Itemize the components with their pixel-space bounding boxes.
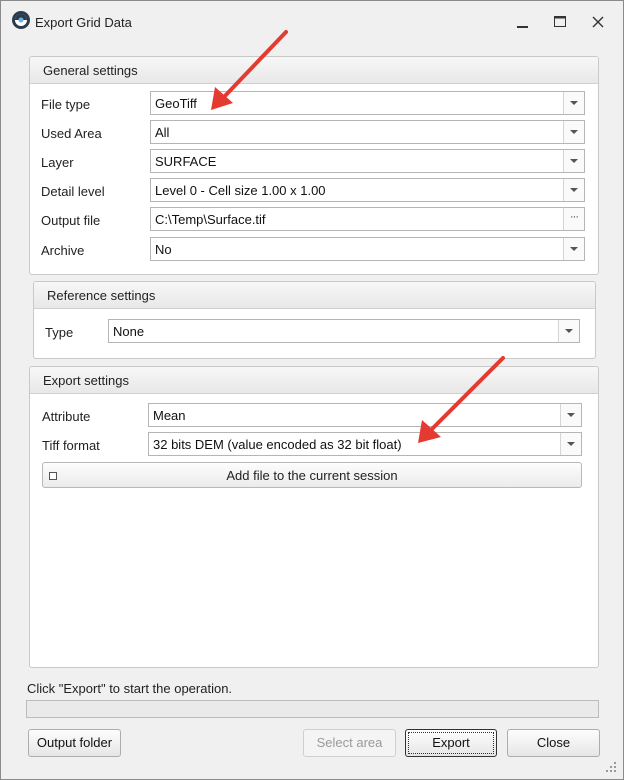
select-area-button[interactable]: Select area — [303, 729, 396, 757]
layer-value: SURFACE — [155, 154, 217, 169]
export-settings-header: Export settings — [30, 367, 598, 394]
used-area-value: All — [155, 125, 170, 140]
add-to-session-label: Add file to the current session — [226, 468, 398, 483]
maximize-icon[interactable] — [546, 9, 574, 35]
chevron-down-icon[interactable] — [558, 320, 579, 342]
reference-type-select[interactable]: None — [108, 319, 580, 343]
export-grid-data-dialog: Export Grid Data General settings File t… — [0, 0, 624, 780]
layer-select[interactable]: SURFACE — [150, 149, 585, 173]
chevron-down-icon[interactable] — [563, 150, 584, 172]
reference-settings-title: Reference settings — [47, 288, 156, 303]
type-label: Type — [45, 325, 74, 340]
progress-bar — [26, 700, 599, 718]
title-bar[interactable]: Export Grid Data — [1, 1, 623, 43]
chevron-down-icon[interactable] — [563, 179, 584, 201]
tiff-format-value: 32 bits DEM (value encoded as 32 bit flo… — [153, 437, 402, 452]
output-file-label: Output file — [41, 213, 101, 228]
tiff-format-label: Tiff format — [42, 438, 100, 453]
add-to-session-checkbox[interactable]: Add file to the current session — [42, 462, 582, 488]
layer-label: Layer — [41, 155, 74, 170]
output-file-value: C:\Temp\Surface.tif — [155, 212, 266, 227]
resize-grip-icon[interactable] — [605, 761, 617, 773]
app-logo-icon — [12, 11, 30, 29]
archive-select[interactable]: No — [150, 237, 585, 261]
general-settings-title: General settings — [43, 63, 138, 78]
file-type-value: GeoTiff — [155, 96, 197, 111]
reference-settings-header: Reference settings — [34, 282, 595, 309]
used-area-label: Used Area — [41, 126, 102, 141]
reference-type-value: None — [113, 324, 145, 339]
close-icon[interactable] — [584, 9, 612, 35]
chevron-down-icon[interactable] — [563, 238, 584, 260]
detail-level-value: Level 0 - Cell size 1.00 x 1.00 — [155, 183, 326, 198]
browse-button[interactable]: ··· — [563, 208, 584, 230]
file-type-label: File type — [41, 97, 91, 112]
archive-label: Archive — [41, 243, 85, 258]
general-settings-header: General settings — [30, 57, 598, 84]
file-type-select[interactable]: GeoTiff — [150, 91, 585, 115]
chevron-down-icon[interactable] — [563, 121, 584, 143]
tiff-format-select[interactable]: 32 bits DEM (value encoded as 32 bit flo… — [148, 432, 582, 456]
export-settings-title: Export settings — [43, 373, 129, 388]
attribute-label: Attribute — [42, 409, 91, 424]
window-title: Export Grid Data — [35, 15, 132, 30]
attribute-value: Mean — [153, 408, 186, 423]
output-file-field[interactable]: C:\Temp\Surface.tif ··· — [150, 207, 585, 231]
chevron-down-icon[interactable] — [560, 404, 581, 426]
close-button[interactable]: Close — [507, 729, 600, 757]
status-text: Click "Export" to start the operation. — [27, 681, 233, 696]
chevron-down-icon[interactable] — [560, 433, 581, 455]
detail-level-select[interactable]: Level 0 - Cell size 1.00 x 1.00 — [150, 178, 585, 202]
archive-value: No — [155, 242, 172, 257]
detail-level-label: Detail level — [41, 184, 105, 199]
chevron-down-icon[interactable] — [563, 92, 584, 114]
attribute-select[interactable]: Mean — [148, 403, 582, 427]
used-area-select[interactable]: All — [150, 120, 585, 144]
export-button[interactable]: Export — [405, 729, 497, 757]
minimize-icon[interactable] — [509, 9, 537, 35]
output-folder-button[interactable]: Output folder — [28, 729, 121, 757]
